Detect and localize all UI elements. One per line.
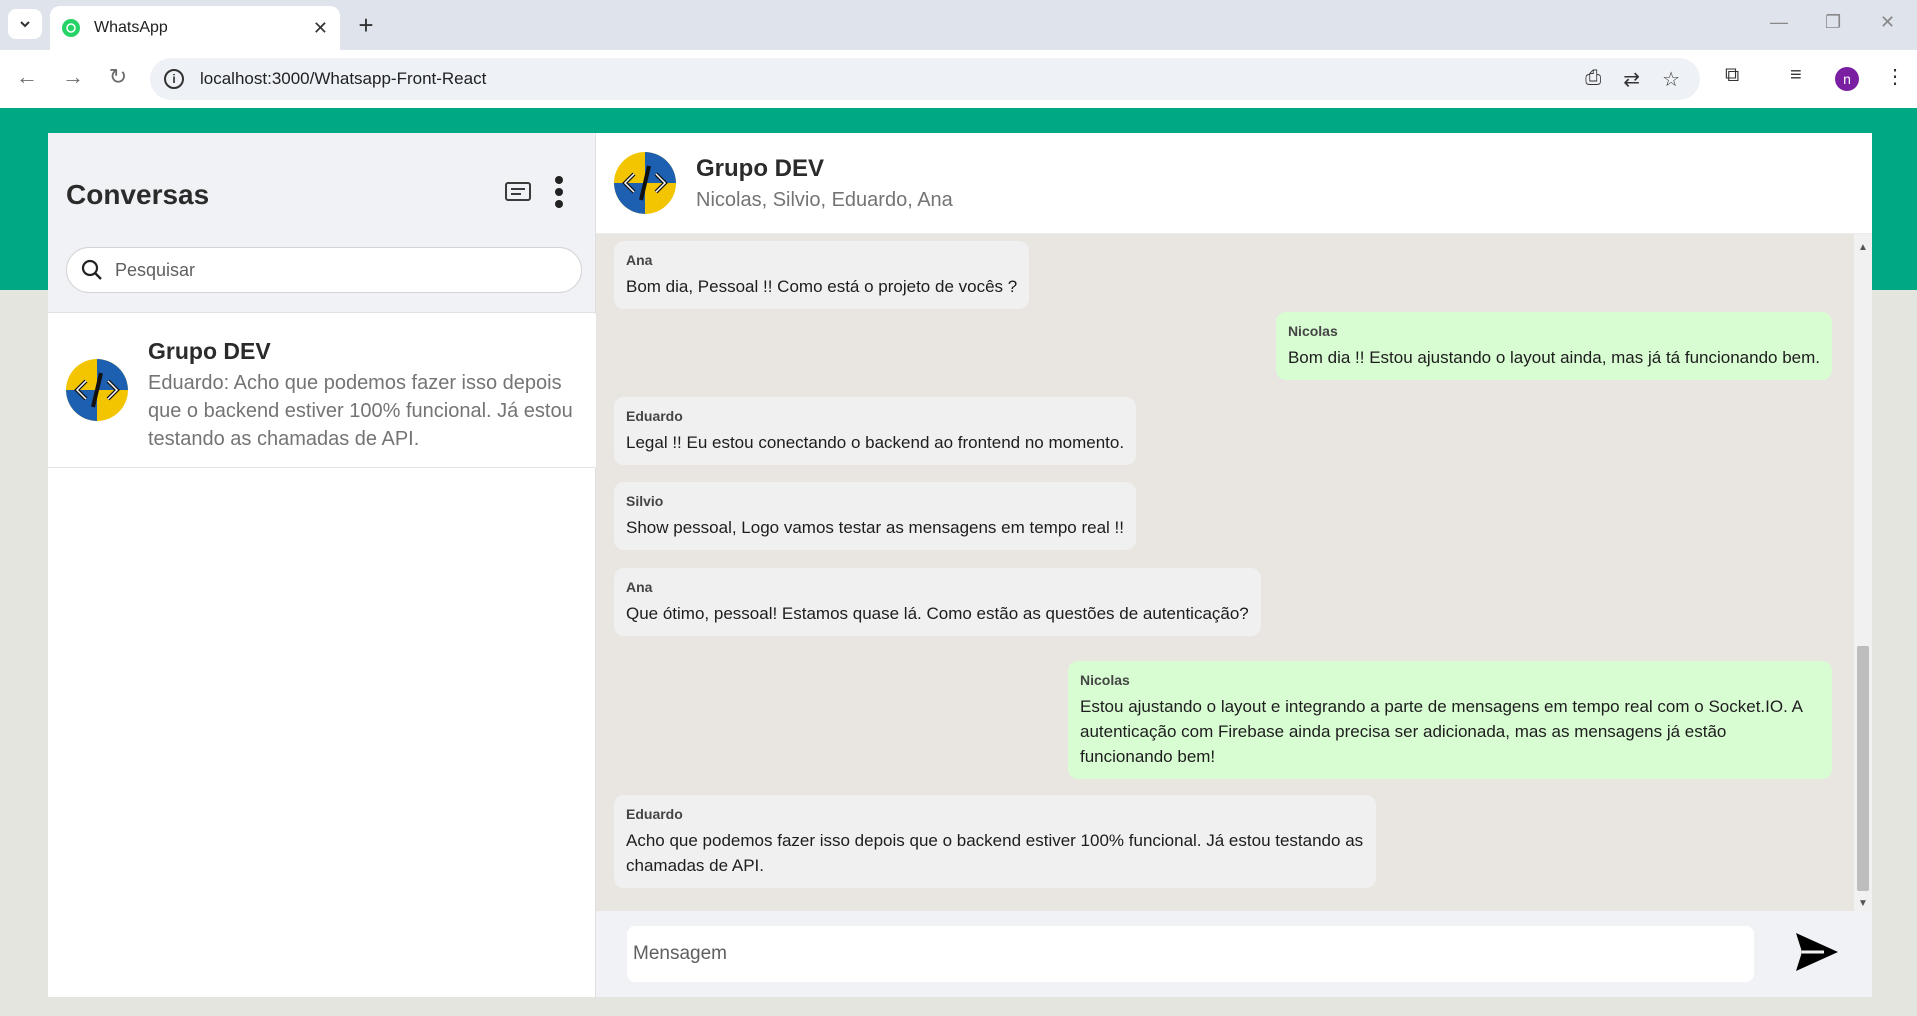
message-text: Show pessoal, Logo vamos testar as mensa… <box>626 518 1124 537</box>
minimize-icon[interactable]: — <box>1770 12 1788 33</box>
new-chat-icon[interactable] <box>504 181 532 210</box>
message-author: Silvio <box>626 493 664 509</box>
search-bar[interactable] <box>66 247 582 293</box>
browser-tab[interactable]: WhatsApp ✕ <box>50 6 340 50</box>
back-icon[interactable]: ← <box>12 64 42 90</box>
send-icon <box>1796 932 1838 971</box>
message-bubble: Eduardo Legal !! Eu estou conectando o b… <box>614 397 1137 465</box>
chevron-down-icon <box>20 21 30 28</box>
search-icon <box>81 259 102 280</box>
messages-area: Ana Bom dia, Pessoal !! Como está o proj… <box>596 234 1872 911</box>
reload-icon[interactable]: ↻ <box>103 64 133 90</box>
chat-header: Grupo DEV Nicolas, Silvio, Eduardo, Ana <box>596 133 1872 234</box>
message-text: Acho que podemos fazer isso depois que o… <box>626 831 1364 875</box>
sidebar-title: Conversas <box>66 179 210 210</box>
profile-avatar[interactable]: n <box>1835 67 1859 91</box>
bookmark-star-icon[interactable]: ☆ <box>1662 67 1680 92</box>
scroll-down-icon[interactable]: ▼ <box>1858 898 1868 909</box>
message-author: Nicolas <box>1287 323 1338 339</box>
chat-panel: Grupo DEV Nicolas, Silvio, Eduardo, Ana … <box>596 133 1872 997</box>
message-composer <box>596 911 1872 997</box>
message-bubble: Ana Que ótimo, pessoal! Estamos quase lá… <box>614 568 1261 636</box>
scroll-thumb[interactable] <box>1857 646 1869 891</box>
message-author: Eduardo <box>626 806 683 822</box>
message-bubble: Ana Bom dia, Pessoal !! Como está o proj… <box>614 241 1030 309</box>
address-bar[interactable]: i localhost:3000/Whatsapp-Front-React ⎙ … <box>150 58 1700 100</box>
message-author: Eduardo <box>626 408 683 424</box>
whatsapp-app: Conversas Pesquisar Grupo DEV Eduardo: A… <box>48 133 1872 997</box>
message-text: Estou ajustando o layout e integrando a … <box>1080 697 1802 766</box>
tab-close-icon[interactable]: ✕ <box>313 18 328 39</box>
conversation-name: Grupo DEV <box>148 338 271 364</box>
restore-icon[interactable]: ❐ <box>1825 12 1841 33</box>
message-bubble: Nicolas Bom dia !! Estou ajustando o lay… <box>1275 312 1832 380</box>
install-app-icon[interactable]: ⎙ <box>1585 67 1601 92</box>
message-input[interactable] <box>627 926 1754 982</box>
url-text[interactable]: localhost:3000/Whatsapp-Front-React <box>200 69 1585 89</box>
message-text: Que ótimo, pessoal! Estamos quase lá. Co… <box>626 604 1249 623</box>
message-author: Ana <box>626 579 653 595</box>
tab-title: WhatsApp <box>94 19 168 36</box>
message-bubble: Nicolas Estou ajustando o layout e integ… <box>1068 661 1832 779</box>
message-author: Nicolas <box>1080 672 1130 688</box>
conversation-item[interactable]: Grupo DEV Eduardo: Acho que podemos faze… <box>48 314 596 468</box>
forward-icon[interactable]: → <box>58 64 88 90</box>
message-text: Bom dia !! Estou ajustando o layout aind… <box>1287 348 1820 367</box>
browser-tab-bar: WhatsApp ✕ + — ❐ ✕ <box>0 0 1917 50</box>
chat-title: Grupo DEV <box>696 154 825 182</box>
message-bubble: Silvio Show pessoal, Logo vamos testar a… <box>614 482 1136 550</box>
new-tab-button[interactable]: + <box>352 12 380 38</box>
media-controls-icon[interactable]: ≡ <box>1790 64 1802 87</box>
menu-dots-icon[interactable] <box>554 175 564 214</box>
extensions-icon[interactable]: ⧉ <box>1725 64 1739 87</box>
search-input[interactable] <box>115 259 581 281</box>
sidebar-header: Conversas <box>48 133 595 313</box>
message-text: Bom dia, Pessoal !! Como está o projeto … <box>626 277 1018 296</box>
messages-scrollbar[interactable]: ▲ ▼ <box>1854 234 1872 911</box>
scroll-up-icon[interactable]: ▲ <box>1858 242 1868 253</box>
site-info-icon[interactable]: i <box>164 69 184 89</box>
close-window-icon[interactable]: ✕ <box>1880 12 1895 33</box>
chat-members: Nicolas, Silvio, Eduardo, Ana <box>696 188 953 211</box>
sidebar: Conversas Pesquisar Grupo DEV Eduardo: A… <box>48 133 596 997</box>
whatsapp-favicon-icon <box>62 19 80 37</box>
chat-group-avatar[interactable] <box>614 152 676 214</box>
tab-search-button[interactable] <box>8 9 42 39</box>
conversation-last-message: Eduardo: Acho que podemos fazer isso dep… <box>148 372 573 450</box>
message-text: Legal !! Eu estou conectando o backend a… <box>626 433 1125 452</box>
browser-toolbar: ← → ↻ i localhost:3000/Whatsapp-Front-Re… <box>0 50 1917 108</box>
browser-menu-icon[interactable]: ⋮ <box>1885 64 1905 89</box>
send-button[interactable] <box>1794 931 1840 978</box>
message-bubble: Eduardo Acho que podemos fazer isso depo… <box>614 795 1376 888</box>
group-avatar <box>66 359 128 421</box>
translate-icon[interactable]: ⇄ <box>1623 67 1640 92</box>
message-author: Ana <box>626 252 653 268</box>
